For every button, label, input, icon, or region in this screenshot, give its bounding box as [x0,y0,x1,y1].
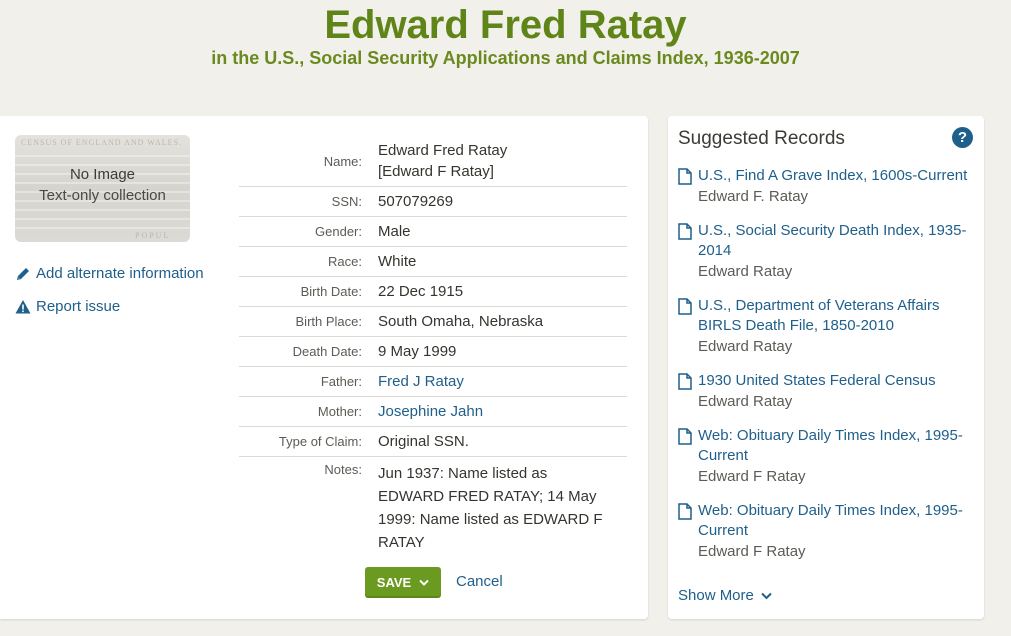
record-value-race: White [378,253,417,270]
record-label: Type of Claim: [278,434,362,449]
record-row: Birth Date: 22 Dec 1915 [239,277,627,307]
record-row-name: Name: Edward Fred Ratay [Edward F Ratay] [239,136,627,187]
suggested-record-item[interactable]: 1930 United States Federal Census Edward… [678,371,974,412]
record-row-notes: Notes: Jun 1937: Name listed as EDWARD F… [239,457,627,557]
record-value-death-date: 9 May 1999 [378,343,457,360]
record-label: SSN: [331,194,362,209]
record-label: Race: [328,254,362,269]
suggested-record-title[interactable]: U.S., Department of Veterans Affairs [698,296,974,316]
record-row: Race: White [239,247,627,277]
suggested-record-person: Edward F Ratay [698,468,806,485]
mother-link[interactable]: Josephine Jahn [378,403,627,420]
suggested-record-title[interactable]: BIRLS Death File, 1850-2010 [698,316,974,336]
suggested-record-person: Edward F Ratay [698,543,806,560]
suggested-record-title[interactable]: Web: Obituary Daily Times Index, 1995- [698,501,974,521]
record-value-notes: Jun 1937: Name listed as EDWARD FRED RAT… [378,457,627,557]
text-only-caption: Text-only collection [39,187,166,204]
name-alternate: [Edward F Ratay] [378,163,494,180]
record-image-thumbnail[interactable]: CENSUS OF ENGLAND AND WALES. POPUL No Im… [15,135,190,242]
notes-line: EDWARD FRED RATAY; 14 May [378,488,597,505]
suggested-record-title[interactable]: 1930 United States Federal Census [698,371,974,391]
suggested-record-title[interactable]: Web: Obituary Daily Times Index, 1995- [698,426,974,446]
document-icon [678,428,692,445]
chevron-down-icon [419,579,429,586]
record-label: Birth Date: [300,284,362,299]
suggested-record-item[interactable]: U.S., Social Security Death Index, 1935-… [678,221,974,282]
suggested-record-person: Edward Ratay [698,263,793,280]
record-label: Name: [323,154,362,169]
page-subtitle: in the U.S., Social Security Application… [211,48,800,68]
notes-line: RATAY [378,534,425,551]
suggested-record-item[interactable]: U.S., Find A Grave Index, 1600s-Current … [678,166,974,207]
record-label: Notes: [324,462,362,477]
record-value-claim-type: Original SSN. [378,433,469,450]
page-title: Edward Fred Ratay [324,3,687,47]
show-more-link[interactable]: Show More [678,587,772,604]
thumbnail-background-text: CENSUS OF ENGLAND AND WALES. [21,138,182,147]
suggested-record-title[interactable]: 2014 [698,241,974,261]
record-value-birth-date: 22 Dec 1915 [378,283,464,300]
document-icon [678,298,692,315]
record-label: Father: [320,374,362,389]
suggested-record-item[interactable]: Web: Obituary Daily Times Index, 1995- C… [678,426,974,487]
suggested-records-title: Suggested Records [678,128,845,149]
suggested-records-panel: Suggested Records ? U.S., Find A Grave I… [668,116,984,619]
document-icon [678,223,692,240]
suggested-record-person: Edward F. Ratay [698,188,809,205]
thumbnail-background-text: POPUL [135,231,171,240]
suggested-record-person: Edward Ratay [698,393,793,410]
record-row: Father: Fred J Ratay [239,367,627,397]
save-button[interactable]: SAVE [365,567,441,598]
record-card: CENSUS OF ENGLAND AND WALES. POPUL No Im… [0,116,648,619]
document-icon [678,373,692,390]
document-icon [678,503,692,520]
report-issue-label: Report issue [36,298,121,315]
record-label: Death Date: [292,344,362,359]
record-row: Type of Claim: Original SSN. [239,427,627,457]
save-button-label: SAVE [376,575,412,590]
document-icon [678,168,692,185]
record-label: Gender: [315,224,362,239]
record-row: Birth Place: South Omaha, Nebraska [239,307,627,337]
record-value-gender: Male [378,223,411,240]
show-more-label: Show More [678,587,754,604]
notes-line: Jun 1937: Name listed as [378,465,548,482]
no-image-caption: No Image [69,166,136,183]
suggested-record-title[interactable]: Current [698,521,974,541]
suggested-record-title[interactable]: U.S., Find A Grave Index, 1600s-Current [698,166,974,186]
page-header: Edward Fred Ratay in the U.S., Social Se… [0,0,1011,69]
suggested-record-item[interactable]: U.S., Department of Veterans Affairs BIR… [678,296,974,357]
warning-icon [15,299,31,313]
report-issue-link[interactable]: Report issue [15,298,120,315]
chevron-down-icon [761,592,772,599]
suggested-record-title[interactable]: U.S., Social Security Death Index, 1935- [698,221,974,241]
help-question-icon[interactable]: ? [952,127,973,148]
pencil-icon [17,267,29,280]
record-value-name: Edward Fred Ratay [Edward F Ratay] [378,136,627,186]
record-row: SSN: 507079269 [239,187,627,217]
record-value-birth-place: South Omaha, Nebraska [378,313,544,330]
record-label: Mother: [317,404,362,419]
record-details-table: Name: Edward Fred Ratay [Edward F Ratay]… [239,136,627,557]
record-label: Birth Place: [295,314,362,329]
record-row: Gender: Male [239,217,627,247]
cancel-link[interactable]: Cancel [456,573,503,590]
add-alternate-info-link[interactable]: Add alternate information [15,265,204,282]
suggested-record-item[interactable]: Web: Obituary Daily Times Index, 1995- C… [678,501,974,562]
suggested-record-title[interactable]: Current [698,446,974,466]
name-primary: Edward Fred Ratay [378,142,508,159]
record-value-ssn: 507079269 [378,193,454,210]
add-alternate-info-label: Add alternate information [36,265,204,282]
father-link[interactable]: Fred J Ratay [378,373,627,390]
suggested-record-person: Edward Ratay [698,338,793,355]
suggested-records-list: U.S., Find A Grave Index, 1600s-Current … [678,166,974,576]
notes-line: 1999: Name listed as EDWARD F [378,511,603,528]
record-row: Mother: Josephine Jahn [239,397,627,427]
record-row: Death Date: 9 May 1999 [239,337,627,367]
